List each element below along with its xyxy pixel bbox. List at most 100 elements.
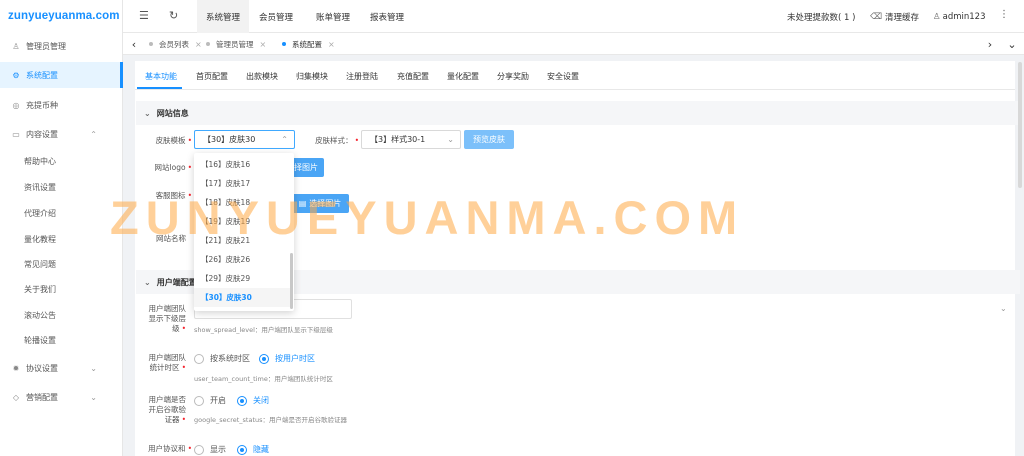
chevron-down-icon: ⌄ xyxy=(144,108,151,118)
dropdown-option[interactable]: 【16】皮肤16 xyxy=(194,155,290,174)
tab-admin[interactable]: 管理员管理 × xyxy=(206,33,266,55)
username: admin123 xyxy=(942,11,986,22)
radio-user-timezone[interactable]: 按用户时区 xyxy=(259,353,315,364)
section-site-info[interactable]: ⌄ 网站信息 xyxy=(136,101,1020,125)
preview-skin-button[interactable]: 预览皮肤 xyxy=(464,130,514,149)
sidebar-item-admin[interactable]: ♙ 管理员管理 xyxy=(0,33,123,59)
subtab-payout[interactable]: 出款模块 xyxy=(246,69,278,83)
radio-google-on[interactable]: 开启 xyxy=(194,395,226,406)
trash-icon: ⌫ xyxy=(870,11,883,22)
top-bar: ☰ ↻ 系统管理 会员管理 账单管理 报表管理 未处理提款数( 1 ) ⌫ 清理… xyxy=(123,0,1024,33)
chevron-down-icon: ⌄ xyxy=(90,363,97,373)
site-logo-label: 网站logo • xyxy=(154,163,192,172)
sidebar-subitem[interactable]: 量化教程 xyxy=(0,227,123,251)
radio-label: 按系统时区 xyxy=(210,354,250,363)
sidebar-item-coins[interactable]: ◎ 充提币种 xyxy=(0,92,123,118)
chevron-down-icon: ⌄ xyxy=(90,392,97,402)
radio-circle xyxy=(194,353,204,364)
subtab-quant[interactable]: 量化配置 xyxy=(447,69,479,83)
agreement-label: 用户协议和 • xyxy=(148,444,192,453)
pending-withdraw[interactable]: 未处理提款数( 1 ) xyxy=(787,0,855,33)
clear-cache-label: 清理缓存 xyxy=(885,12,920,23)
close-icon[interactable]: × xyxy=(260,40,267,49)
skin-style-select[interactable]: 【3】样式30-1 ⌄ xyxy=(361,130,461,149)
team-level-hint: show_spread_level：用户端团队显示下级层级 xyxy=(194,326,333,334)
tab-system-config[interactable]: 系统配置 × xyxy=(282,33,335,55)
user-menu[interactable]: ♙ admin123 xyxy=(933,0,985,33)
refresh-icon[interactable]: ↻ xyxy=(169,9,178,22)
subtab-home[interactable]: 首页配置 xyxy=(196,69,228,83)
radio-agreement-show[interactable]: 显示 xyxy=(194,444,226,455)
subtab-collect[interactable]: 归集模块 xyxy=(296,69,328,83)
radio-system-timezone[interactable]: 按系统时区 xyxy=(194,353,250,364)
sidebar-subitem[interactable]: 轮播设置 xyxy=(0,328,123,352)
radio-label: 隐藏 xyxy=(253,445,269,454)
subtab-recharge[interactable]: 充值配置 xyxy=(397,69,429,83)
chevron-down-icon: ⌄ xyxy=(144,277,151,287)
clear-cache-button[interactable]: ⌫ 清理缓存 xyxy=(870,0,919,33)
radio-label: 开启 xyxy=(210,396,226,405)
more-icon[interactable]: ⋮ xyxy=(999,9,1009,20)
close-icon[interactable]: × xyxy=(328,40,335,49)
menu-fold-icon[interactable]: ☰ xyxy=(139,9,149,22)
radio-label: 关闭 xyxy=(253,396,269,405)
skin-template-label: 皮肤模板 • xyxy=(155,136,192,145)
subtab-share[interactable]: 分享奖励 xyxy=(497,69,529,83)
sidebar-item-system-config[interactable]: ⚙ 系统配置 xyxy=(0,62,123,88)
section-title: 网站信息 xyxy=(156,108,189,118)
logo[interactable]: zunyueyuanma.com xyxy=(8,10,120,22)
agreement-icon: ✹ xyxy=(12,363,20,373)
google-auth-hint: google_secret_status：用户端是否开启谷歌验证器 xyxy=(194,416,348,424)
dropdown-scrollbar[interactable] xyxy=(290,253,293,309)
sidebar-subitem[interactable]: 滚动公告 xyxy=(0,303,123,327)
skin-style-label: 皮肤样式： • xyxy=(315,136,359,145)
sidebar-subitem[interactable]: 关于我们 xyxy=(0,277,123,301)
tab-dot xyxy=(206,42,210,46)
skin-template-select[interactable]: 【30】皮肤30 ⌃ xyxy=(194,130,295,149)
sidebar-item-marketing[interactable]: ◇ 营销配置 ⌄ xyxy=(0,384,123,410)
tab-dot xyxy=(149,42,153,46)
tab-scroll-right-icon[interactable]: › xyxy=(981,33,999,55)
subtab-security[interactable]: 安全设置 xyxy=(547,69,579,83)
topnav-system[interactable]: 系统管理 xyxy=(197,0,249,33)
team-timezone-hint: user_team_count_time：用户端团队统计时区 xyxy=(194,375,333,383)
sidebar-item-label: 协议设置 xyxy=(26,363,58,373)
radio-label: 按用户时区 xyxy=(275,354,315,363)
page-scrollbar[interactable] xyxy=(1018,62,1022,188)
dropdown-option[interactable]: 【26】皮肤26 xyxy=(194,250,290,269)
radio-circle xyxy=(259,353,269,364)
tab-member-list[interactable]: 会员列表 × xyxy=(149,33,202,55)
sidebar-item-agreement[interactable]: ✹ 协议设置 ⌄ xyxy=(0,355,123,381)
subtab-basic[interactable]: 基本功能 xyxy=(145,69,177,83)
tab-bar: ‹ 会员列表 × 管理员管理 × 系统配置 × › ⌄ xyxy=(123,33,1024,55)
subtab-register[interactable]: 注册登陆 xyxy=(346,69,378,83)
content-icon: ▭ xyxy=(12,129,20,139)
sidebar-subitem[interactable]: 资讯设置 xyxy=(0,175,123,199)
dropdown-option[interactable]: 【29】皮肤29 xyxy=(194,269,290,288)
sidebar-subitem[interactable]: 常见问题 xyxy=(0,252,123,276)
diamond-icon: ◇ xyxy=(12,392,20,402)
radio-agreement-hide[interactable]: 隐藏 xyxy=(237,444,269,455)
tab-scroll-left-icon[interactable]: ‹ xyxy=(125,33,143,55)
sidebar-item-label: 系统配置 xyxy=(26,70,58,80)
chevron-down-icon[interactable]: ⌄ xyxy=(1000,304,1007,313)
sidebar-item-content[interactable]: ▭ 内容设置 ⌃ xyxy=(0,121,123,147)
close-icon[interactable]: × xyxy=(195,40,202,49)
user-icon: ♙ xyxy=(12,41,20,51)
topnav-member[interactable]: 会员管理 xyxy=(250,0,302,33)
radio-google-off[interactable]: 关闭 xyxy=(237,395,269,406)
chevron-down-icon: ⌄ xyxy=(447,135,454,144)
sidebar-subitem[interactable]: 帮助中心 xyxy=(0,149,123,173)
sidebar-item-label: 营销配置 xyxy=(26,392,58,402)
dropdown-option-selected[interactable]: 【30】皮肤30 xyxy=(194,288,290,307)
topnav-reports[interactable]: 报表管理 xyxy=(361,0,413,33)
chevron-up-icon: ⌃ xyxy=(281,135,288,144)
watermark: ZUNYUEYUANMA.COM xyxy=(110,191,745,244)
tab-label: 系统配置 xyxy=(292,39,322,49)
topnav-billing[interactable]: 账单管理 xyxy=(307,0,359,33)
chevron-down-icon[interactable]: ⌄ xyxy=(1003,33,1021,55)
tab-label: 管理员管理 xyxy=(216,39,254,49)
team-timezone-label: 用户端团队统计时区 • xyxy=(148,353,187,372)
radio-circle xyxy=(237,444,247,455)
sidebar-subitem[interactable]: 代理介绍 xyxy=(0,201,123,225)
